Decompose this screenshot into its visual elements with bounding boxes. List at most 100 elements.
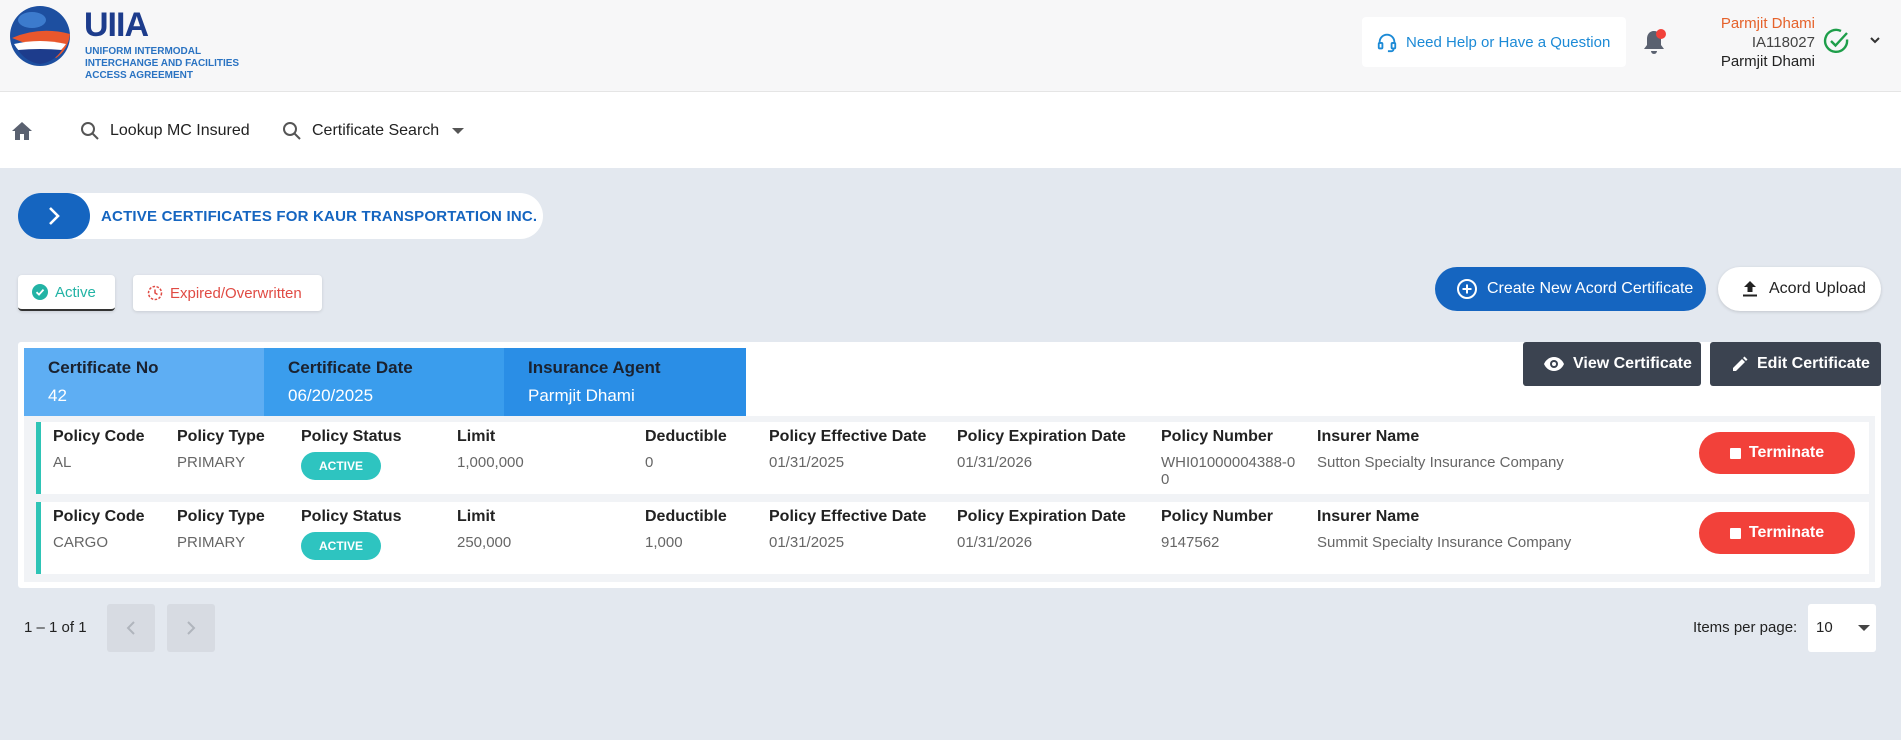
eye-icon xyxy=(1544,357,1564,371)
policy-number-value: WHI01000004388-0 0 xyxy=(1161,454,1295,488)
policy-number-line: 9147562 xyxy=(1161,534,1220,551)
page-title: ACTIVE CERTIFICATES FOR KAUR TRANSPORTAT… xyxy=(101,208,538,225)
policy-code-label: Policy Code xyxy=(53,428,145,445)
deductible-label: Deductible xyxy=(645,428,727,445)
next-page-button[interactable] xyxy=(167,604,215,652)
upload-icon xyxy=(1743,281,1757,297)
terminate-button[interactable]: Terminate xyxy=(1699,432,1855,474)
certificate-no-cell: Certificate No 42 xyxy=(24,348,264,416)
chevron-right-icon xyxy=(49,207,60,225)
policy-number-col: Policy Number WHI01000004388-0 0 xyxy=(1161,428,1295,488)
user-info[interactable]: Parmjit Dhami IA118027 Parmjit Dhami xyxy=(1680,14,1815,71)
terminate-label: Terminate xyxy=(1748,524,1825,541)
plus-circle-icon xyxy=(1457,279,1477,299)
items-per-page-label: Items per page: xyxy=(1693,619,1798,636)
home-icon[interactable] xyxy=(10,120,34,142)
user-name-highlight: Parmjit Dhami xyxy=(1720,15,1815,32)
policy-code-value: CARGO xyxy=(53,534,109,551)
verified-check-icon xyxy=(1823,28,1849,54)
logo-title: UIIA xyxy=(84,6,149,44)
limit-value: 250,000 xyxy=(457,534,512,551)
dropdown-arrow-icon xyxy=(1858,625,1870,631)
view-certificate-button[interactable]: View Certificate xyxy=(1523,342,1701,386)
help-button[interactable]: Need Help or Have a Question xyxy=(1362,17,1626,67)
upload-label: Acord Upload xyxy=(1769,280,1866,297)
policy-row: Policy Code CARGO Policy Type PRIMARY Po… xyxy=(36,502,1869,574)
policy-row: Policy Code AL Policy Type PRIMARY Polic… xyxy=(36,422,1869,494)
effective-date-label: Policy Effective Date xyxy=(769,508,927,525)
policy-status-col: Policy Status ACTIVE xyxy=(301,428,401,480)
create-acord-certificate-button[interactable]: Create New Acord Certificate xyxy=(1435,267,1706,311)
edit-certificate-button[interactable]: Edit Certificate xyxy=(1710,342,1881,386)
insurer-name-col: Insurer Name Sutton Specialty Insurance … xyxy=(1317,428,1564,471)
policy-number-label: Policy Number xyxy=(1161,508,1274,525)
check-circle-icon xyxy=(32,284,48,300)
policy-type-col: Policy Type PRIMARY xyxy=(177,428,265,471)
policy-number-value: 9147562 xyxy=(1161,534,1273,551)
previous-page-button[interactable] xyxy=(107,604,155,652)
effective-date-col: Policy Effective Date 01/31/2025 xyxy=(769,428,926,471)
policy-number-label: Policy Number xyxy=(1161,428,1274,445)
policy-type-label: Policy Type xyxy=(177,428,265,445)
user-name: Parmjit Dhami xyxy=(1720,53,1815,70)
status-badge: ACTIVE xyxy=(301,532,381,560)
limit-col: Limit 250,000 xyxy=(457,508,511,551)
insurance-agent-value: Parmjit Dhami xyxy=(528,386,635,405)
nav-lookup-mc-insured[interactable]: Lookup MC Insured xyxy=(80,120,250,142)
policy-status-col: Policy Status ACTIVE xyxy=(301,508,401,560)
expiration-date-col: Policy Expiration Date 01/31/2026 xyxy=(957,508,1126,551)
pagination-range: 1 – 1 of 1 xyxy=(24,619,87,636)
certificate-date-label: Certificate Date xyxy=(288,358,413,377)
effective-date-value: 01/31/2025 xyxy=(769,454,845,471)
policy-number-line: 0 xyxy=(1161,471,1170,488)
certificate-no-label: Certificate No xyxy=(48,358,159,377)
policy-code-label: Policy Code xyxy=(53,508,145,525)
chevron-right-icon xyxy=(187,621,196,635)
clock-dashed-icon xyxy=(147,285,163,301)
acord-upload-button[interactable]: Acord Upload xyxy=(1718,267,1881,311)
policy-number-line: WHI01000004388-0 xyxy=(1161,454,1296,471)
page-title-banner: ACTIVE CERTIFICATES FOR KAUR TRANSPORTAT… xyxy=(18,193,543,239)
title-toggle-button[interactable] xyxy=(18,193,90,239)
nav-certificate-search[interactable]: Certificate Search xyxy=(282,120,475,142)
expiration-date-label: Policy Expiration Date xyxy=(957,428,1126,445)
deductible-value: 1,000 xyxy=(645,534,683,551)
logo-subtitle: UNIFORM INTERMODAL INTERCHANGE AND FACIL… xyxy=(85,46,239,82)
items-per-page-select[interactable]: 10 xyxy=(1808,604,1876,652)
insurer-name-value: Summit Specialty Insurance Company xyxy=(1317,534,1572,551)
main-nav: Lookup MC Insured Certificate Search xyxy=(0,92,1901,168)
filter-tab-expired[interactable]: Expired/Overwritten xyxy=(133,275,322,311)
certificate-date-value: 06/20/2025 xyxy=(288,386,374,405)
policy-list: Policy Code AL Policy Type PRIMARY Polic… xyxy=(24,416,1875,582)
insurance-agent-cell: Insurance Agent Parmjit Dhami xyxy=(504,348,746,416)
limit-label: Limit xyxy=(457,428,496,445)
policy-status-label: Policy Status xyxy=(301,508,402,525)
expiration-date-value: 01/31/2026 xyxy=(957,454,1033,471)
policy-type-col: Policy Type PRIMARY xyxy=(177,508,265,551)
expiration-date-label: Policy Expiration Date xyxy=(957,508,1126,525)
logo-subtitle-line: ACCESS AGREEMENT xyxy=(85,70,193,81)
filter-expired-label: Expired/Overwritten xyxy=(170,284,302,302)
policy-status-label: Policy Status xyxy=(301,428,402,445)
deductible-col: Deductible 1,000 xyxy=(645,508,727,551)
insurance-agent-label: Insurance Agent xyxy=(528,358,661,377)
effective-date-value: 01/31/2025 xyxy=(769,534,845,551)
nav-lookup-label: Lookup MC Insured xyxy=(110,122,250,139)
policy-code-value: AL xyxy=(53,454,72,471)
filter-tab-active[interactable]: Active xyxy=(18,275,115,311)
insurer-name-label: Insurer Name xyxy=(1317,508,1420,525)
policy-number-col: Policy Number 9147562 xyxy=(1161,508,1273,551)
insurer-name-col: Insurer Name Summit Specialty Insurance … xyxy=(1317,508,1571,551)
policy-type-value: PRIMARY xyxy=(177,534,246,551)
policy-code-col: Policy Code CARGO xyxy=(53,508,145,551)
certificate-header: Certificate No 42 Certificate Date 06/20… xyxy=(24,348,746,416)
policy-type-label: Policy Type xyxy=(177,508,265,525)
user-menu-chevron-icon[interactable] xyxy=(1868,33,1882,47)
terminate-label: Terminate xyxy=(1748,444,1825,461)
terminate-button[interactable]: Terminate xyxy=(1699,512,1855,554)
nav-cert-search-label: Certificate Search xyxy=(312,122,440,139)
expiration-date-col: Policy Expiration Date 01/31/2026 xyxy=(957,428,1126,471)
notification-bell-icon[interactable] xyxy=(1641,28,1667,56)
policy-type-value: PRIMARY xyxy=(177,454,246,471)
insurer-name-value: Sutton Specialty Insurance Company xyxy=(1317,454,1564,471)
